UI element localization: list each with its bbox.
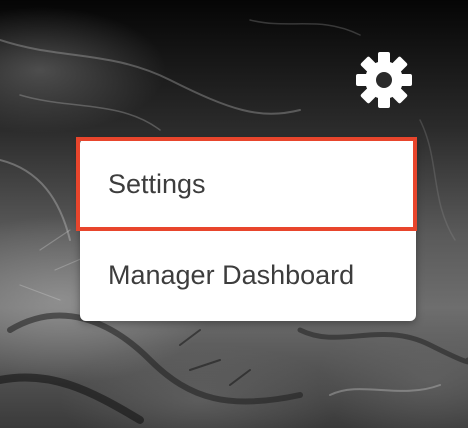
user-dropdown-menu: Settings Manager Dashboard — [80, 138, 416, 321]
menu-item-manager-dashboard[interactable]: Manager Dashboard — [80, 230, 416, 321]
menu-item-settings[interactable]: Settings — [80, 138, 416, 230]
menu-item-settings-label: Settings — [108, 168, 206, 199]
menu-item-manager-dashboard-label: Manager Dashboard — [108, 260, 355, 290]
settings-gear-button[interactable] — [352, 48, 416, 112]
gear-icon — [356, 52, 412, 108]
